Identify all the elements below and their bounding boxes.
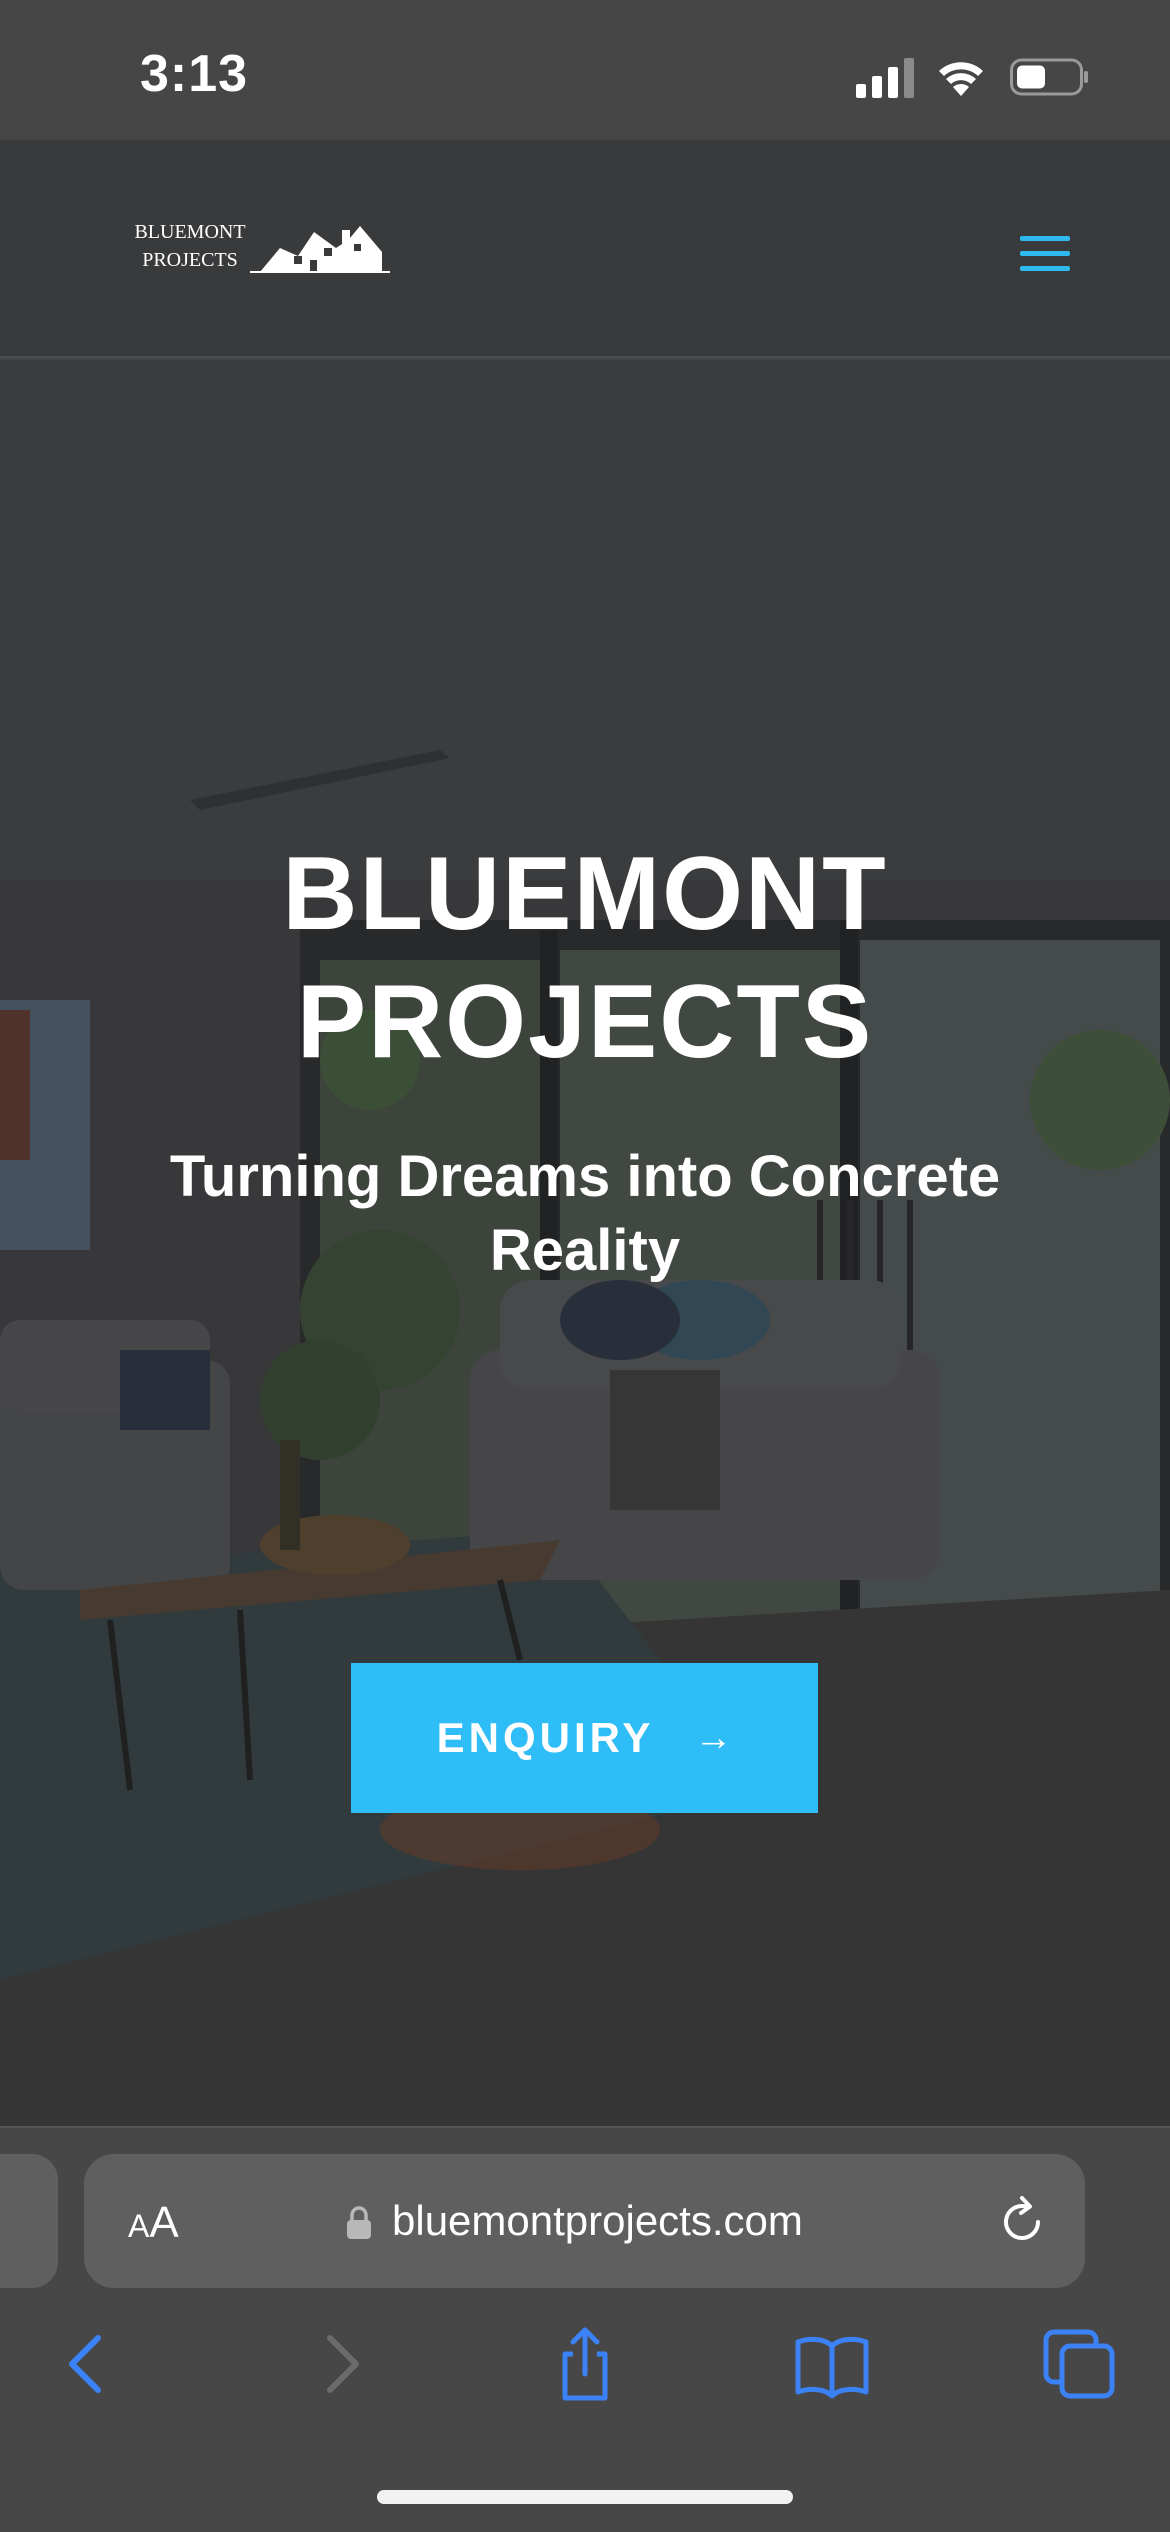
logo-line2: PROJECTS [142,249,238,271]
url-text: bluemontprojects.com [392,2197,803,2244]
hero-title-line1: BLUEMONT [282,836,888,952]
arrow-right-icon: → [694,1716,733,1759]
logo-text: BLUEMONT PROJECTS [120,218,260,274]
hamburger-icon [1020,236,1070,241]
reload-icon[interactable] [994,2194,1050,2250]
hero-title-line2: PROJECTS [296,964,874,1080]
lock-icon [347,2206,371,2239]
browser-bottom-bar: AA bluemontprojects.com [0,2126,1170,2532]
status-time: 3:13 [140,45,249,103]
text-size-button[interactable]: AA [128,2198,179,2251]
text-size-small-a: A [128,2208,150,2244]
logo-line1: BLUEMONT [134,221,246,243]
cellular-signal-icon [856,58,914,98]
menu-button[interactable] [1014,230,1076,278]
home-indicator [377,2490,793,2504]
status-bar: 3:13 [0,0,1170,140]
hero-section: BLUEMONT PROJECTS Turning Dreams into Co… [0,360,1170,2126]
text-size-large-a: A [149,2198,179,2247]
address-bar[interactable]: AA bluemontprojects.com [84,2154,1085,2288]
house-logo-icon [250,226,390,273]
wifi-icon [939,62,983,96]
battery-icon [1010,58,1088,96]
share-icon[interactable] [545,2324,625,2404]
hero-subtitle: Turning Dreams into Concrete Reality [169,1144,1001,1283]
hamburger-icon-bar [1020,251,1070,256]
site-header: BLUEMONT PROJECTS [0,140,1170,358]
enquiry-button-label: ENQUIRY [436,1714,655,1761]
site-logo[interactable]: BLUEMONT PROJECTS [120,218,400,280]
previous-tab-preview[interactable] [0,2154,58,2288]
chevron-left-icon[interactable] [48,2324,128,2404]
book-icon[interactable] [792,2324,872,2404]
chevron-right-icon[interactable] [300,2324,380,2404]
hero-title: BLUEMONT PROJECTS [85,830,1085,1086]
tabs-icon[interactable] [1040,2324,1120,2404]
hamburger-icon-bar [1020,266,1070,271]
screen: 3:13 BLUEMONT PROJECTS BLUEMONT PROJECTS… [0,0,1170,2532]
enquiry-button[interactable]: ENQUIRY → [351,1663,818,1813]
